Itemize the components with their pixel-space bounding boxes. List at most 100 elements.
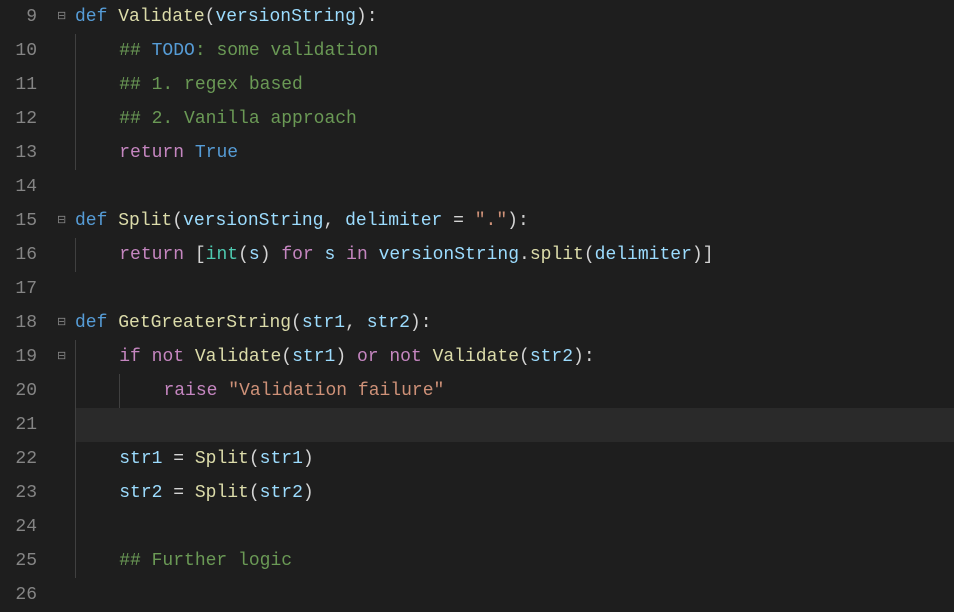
keyword-not: not (152, 347, 184, 367)
lparen: ( (205, 7, 216, 27)
function-call: Split (195, 483, 249, 503)
lparen: ( (519, 347, 530, 367)
code-line[interactable] (75, 272, 954, 306)
rparen: ) (303, 483, 314, 503)
assign-op: = (442, 211, 474, 231)
code-line[interactable]: ## 1. regex based (75, 68, 954, 102)
code-line[interactable]: ## TODO: some validation (75, 34, 954, 68)
line-number: 19 (10, 340, 37, 374)
variable: versionString (379, 245, 519, 265)
fold-gutter: ⊟ ⊟ ⊟ ⊟ (55, 0, 75, 608)
string-literal: "." (475, 211, 507, 231)
code-line[interactable]: str1 = Split(str1) (75, 442, 954, 476)
keyword-not: not (389, 347, 421, 367)
line-number: 23 (10, 476, 37, 510)
comma: , (345, 313, 367, 333)
line-number: 21 (10, 408, 37, 442)
variable: s (325, 245, 336, 265)
line-number: 17 (10, 272, 37, 306)
line-number: 24 (10, 510, 37, 544)
line-number: 11 (10, 68, 37, 102)
lparen: ( (172, 211, 183, 231)
line-number: 18 (10, 306, 37, 340)
comment-text: ## 2. Vanilla approach (119, 109, 357, 129)
variable: s (249, 245, 260, 265)
todo-keyword: TODO (152, 41, 195, 61)
keyword-def: def (75, 211, 107, 231)
variable: str2 (119, 483, 162, 503)
lbracket: [ (195, 245, 206, 265)
function-call: Split (195, 449, 249, 469)
param: versionString (215, 7, 355, 27)
lparen: ( (238, 245, 249, 265)
fold-collapse-icon[interactable]: ⊟ (57, 0, 66, 34)
code-line[interactable] (75, 170, 954, 204)
code-line[interactable]: ## 2. Vanilla approach (75, 102, 954, 136)
line-number: 25 (10, 544, 37, 578)
assign-op: = (162, 483, 194, 503)
variable: str1 (260, 449, 303, 469)
code-line[interactable]: def Split(versionString, delimiter = "."… (75, 204, 954, 238)
line-number-gutter: 9 10 11 12 13 14 15 16 17 18 19 20 21 22… (0, 0, 55, 608)
variable: str1 (292, 347, 335, 367)
keyword-return: return (119, 143, 184, 163)
code-line[interactable]: def Validate(versionString): (75, 0, 954, 34)
variable: str2 (260, 483, 303, 503)
rbracket: ] (703, 245, 714, 265)
code-line[interactable]: str2 = Split(str2) (75, 476, 954, 510)
line-number: 16 (10, 238, 37, 272)
line-number: 10 (10, 34, 37, 68)
function-call: Validate (433, 347, 519, 367)
colon: : (584, 347, 595, 367)
function-name: Validate (118, 7, 204, 27)
line-number: 12 (10, 102, 37, 136)
code-line-active[interactable] (75, 408, 954, 442)
code-line[interactable]: ## Further logic (75, 544, 954, 578)
code-line[interactable]: return [int(s) for s in versionString.sp… (75, 238, 954, 272)
assign-op: = (162, 449, 194, 469)
fold-collapse-icon[interactable]: ⊟ (57, 204, 66, 238)
line-number: 13 (10, 136, 37, 170)
string-literal: "Validation failure" (228, 381, 444, 401)
function-name: GetGreaterString (118, 313, 291, 333)
rparen: ) (356, 7, 367, 27)
builtin-int: int (206, 245, 238, 265)
param: versionString (183, 211, 323, 231)
keyword-or: or (357, 347, 379, 367)
code-line[interactable]: return True (75, 136, 954, 170)
rparen: ) (573, 347, 584, 367)
line-number: 15 (10, 204, 37, 238)
rparen: ) (692, 245, 703, 265)
param: delimiter (345, 211, 442, 231)
lparen: ( (281, 347, 292, 367)
line-number: 22 (10, 442, 37, 476)
keyword-for: for (281, 245, 313, 265)
fold-collapse-icon[interactable]: ⊟ (57, 306, 66, 340)
rparen: ) (335, 347, 346, 367)
param: str1 (302, 313, 345, 333)
variable: delimiter (595, 245, 692, 265)
code-line[interactable] (75, 510, 954, 544)
keyword-raise: raise (163, 381, 217, 401)
keyword-in: in (346, 245, 368, 265)
rparen: ) (260, 245, 271, 265)
keyword-if: if (119, 347, 141, 367)
rparen: ) (303, 449, 314, 469)
code-line[interactable]: def GetGreaterString(str1, str2): (75, 306, 954, 340)
keyword-return: return (119, 245, 184, 265)
code-area[interactable]: def Validate(versionString): ## TODO: so… (75, 0, 954, 608)
lparen: ( (291, 313, 302, 333)
line-number: 14 (10, 170, 37, 204)
comment-text: : some validation (195, 41, 379, 61)
function-name: Split (118, 211, 172, 231)
keyword-def: def (75, 313, 107, 333)
code-line[interactable] (75, 578, 954, 612)
code-line[interactable]: raise "Validation failure" (75, 374, 954, 408)
lparen: ( (249, 449, 260, 469)
function-call: Validate (195, 347, 281, 367)
code-line[interactable]: if not Validate(str1) or not Validate(st… (75, 340, 954, 374)
fold-collapse-icon[interactable]: ⊟ (57, 340, 66, 374)
param: str2 (367, 313, 410, 333)
comment-text: ## Further logic (119, 551, 292, 571)
code-editor[interactable]: 9 10 11 12 13 14 15 16 17 18 19 20 21 22… (0, 0, 954, 608)
